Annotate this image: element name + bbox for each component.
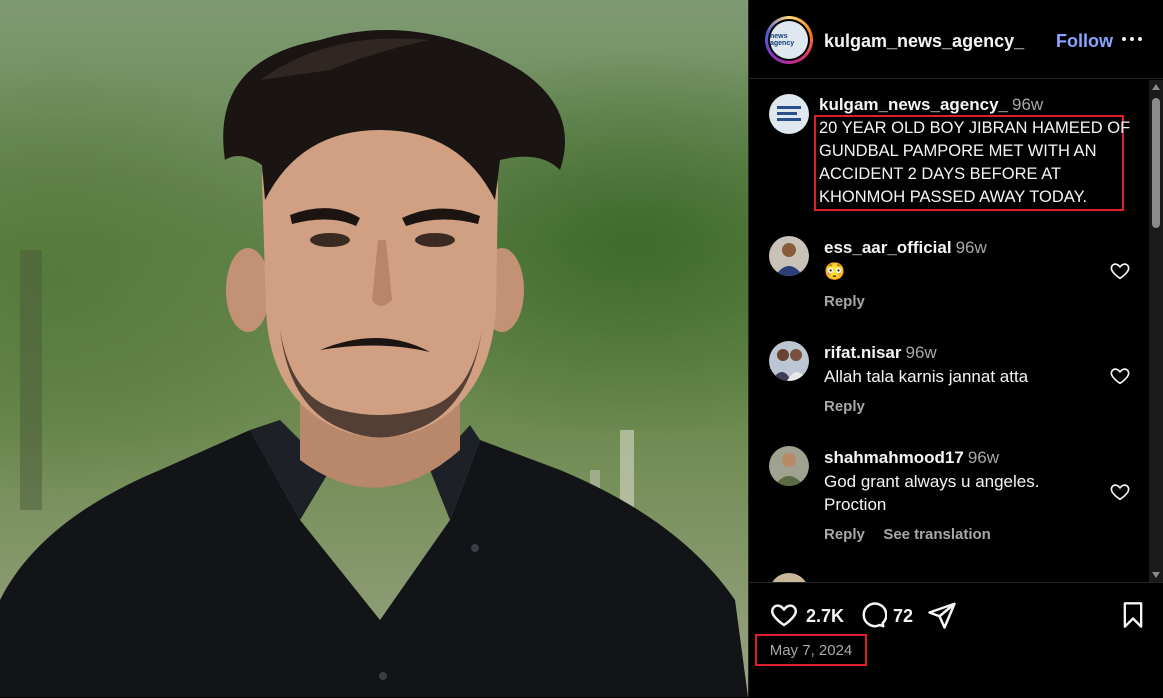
- caption-username[interactable]: kulgam_news_agency_: [819, 95, 1008, 114]
- author-username[interactable]: kulgam_news_agency_: [824, 31, 1024, 52]
- post-date: May 7, 2024: [755, 634, 867, 666]
- scroll-up-icon[interactable]: [1152, 84, 1160, 90]
- comment-username[interactable]: ess_aar_official: [824, 238, 952, 257]
- person-avatar-icon: [774, 453, 804, 486]
- comment-username[interactable]: rifat.nisar: [824, 343, 901, 362]
- comment-bubble-icon[interactable]: [857, 600, 887, 630]
- caption-avatar[interactable]: [769, 94, 809, 134]
- comment-actions: Reply See translation: [824, 526, 991, 544]
- caption-header: kulgam_news_agency_ 96w: [819, 95, 1043, 115]
- caption-age: 96w: [1011, 95, 1044, 114]
- scroll-down-icon[interactable]: [1152, 572, 1160, 578]
- post-actions: 2.7K 72 May 7, 2024: [749, 582, 1163, 698]
- commenter-avatar[interactable]: [769, 446, 809, 486]
- caption-text: 20 YEAR OLD BOY JIBRAN HAMEED OF GUNDBAL…: [819, 117, 1130, 209]
- post-photo: [0, 0, 748, 697]
- caption-line: GUNDBAL PAMPORE MET WITH AN: [819, 142, 1097, 160]
- reply-button[interactable]: Reply: [824, 398, 865, 415]
- post-side-panel: news agency kulgam_news_agency_ Follow k…: [749, 0, 1163, 697]
- author-avatar-label: news agency: [770, 33, 795, 47]
- like-heart-icon[interactable]: [769, 600, 799, 630]
- comment-line: God grant always u angeles.: [824, 472, 1040, 491]
- follow-button[interactable]: Follow: [1056, 31, 1113, 52]
- comment-header: shahmahmood17 96w: [824, 448, 999, 468]
- comment-header: rifat.nisar 96w: [824, 343, 937, 363]
- like-comment-heart-icon[interactable]: [1109, 365, 1131, 387]
- author-avatar-image: news agency: [770, 21, 808, 59]
- reply-button[interactable]: Reply: [824, 526, 865, 543]
- comment-age: 96w: [905, 343, 937, 362]
- comment-age: 96w: [955, 238, 987, 257]
- more-options-icon[interactable]: [1122, 28, 1144, 48]
- comments-scrollbar[interactable]: [1149, 80, 1163, 582]
- comment-line: Proction: [824, 495, 887, 514]
- comment-header: ess_aar_official 96w: [824, 238, 987, 258]
- reply-button[interactable]: Reply: [824, 293, 865, 310]
- caption-line: KHONMOH PASSED AWAY TODAY.: [819, 188, 1088, 206]
- author-avatar[interactable]: news agency: [765, 16, 813, 64]
- caption-line: ACCIDENT 2 DAYS BEFORE AT: [819, 165, 1062, 183]
- commenter-avatar[interactable]: [769, 236, 809, 276]
- person-avatar-icon: [775, 243, 803, 276]
- like-comment-heart-icon[interactable]: [1109, 260, 1131, 282]
- likes-count[interactable]: 2.7K: [806, 606, 844, 627]
- comment-text: Allah tala karnis jannat atta: [824, 367, 1029, 386]
- like-comment-heart-icon[interactable]: [1109, 481, 1131, 503]
- commenter-avatar[interactable]: [769, 341, 809, 381]
- post-header: news agency kulgam_news_agency_ Follow: [749, 0, 1163, 79]
- commenter-avatar[interactable]: [769, 573, 809, 582]
- comment-text: 😳: [824, 262, 846, 281]
- news-logo-icon: [777, 106, 801, 121]
- comment-age: 96w: [967, 448, 999, 467]
- caption-line: 20 YEAR OLD BOY JIBRAN HAMEED OF: [819, 119, 1131, 137]
- share-paper-plane-icon[interactable]: [927, 600, 957, 630]
- comment-text: God grant always u angeles. Proction: [824, 470, 1039, 516]
- portrait-illustration: [0, 30, 748, 697]
- scrollbar-thumb[interactable]: [1152, 98, 1160, 228]
- person-avatar-icon: [771, 349, 807, 381]
- comments-count[interactable]: 72: [893, 606, 913, 627]
- comments-list: kulgam_news_agency_ 96w 20 YEAR OLD BOY J…: [749, 79, 1163, 582]
- comment-username[interactable]: shahmahmood17: [824, 448, 964, 467]
- save-bookmark-icon[interactable]: [1119, 600, 1147, 630]
- see-translation-button[interactable]: See translation: [883, 526, 991, 543]
